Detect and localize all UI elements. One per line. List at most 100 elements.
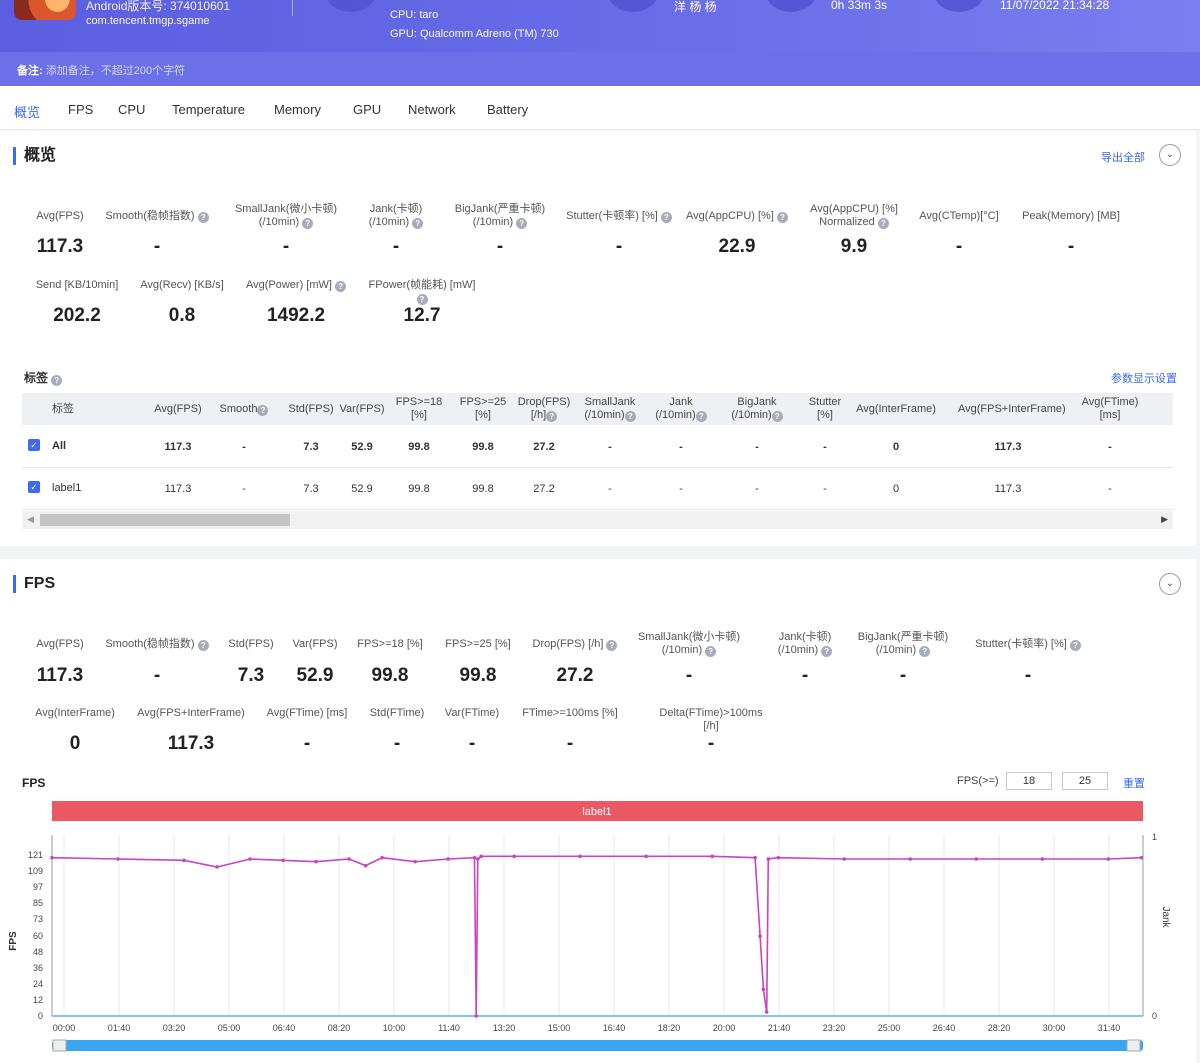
y-tick-label: 12 bbox=[33, 995, 43, 1005]
slider-right-handle[interactable] bbox=[1126, 1039, 1141, 1052]
help-icon[interactable]: ? bbox=[919, 646, 931, 657]
table-cell: - bbox=[823, 441, 827, 453]
device-cpu: CPU: taro bbox=[390, 9, 439, 21]
fps-data-point bbox=[479, 854, 483, 859]
scroll-thumb[interactable] bbox=[40, 514, 290, 526]
fps-data-point bbox=[1040, 857, 1045, 861]
fps-data-point bbox=[764, 1010, 769, 1014]
overview-metric-label: Avg(CTemp)[°C] bbox=[899, 210, 1019, 223]
help-icon[interactable]: ? bbox=[660, 212, 672, 223]
y-tick-label: 109 bbox=[28, 866, 43, 876]
reset-link[interactable]: 重置 bbox=[1123, 775, 1145, 791]
y-tick-label: 48 bbox=[33, 947, 43, 957]
tab-fps[interactable]: FPS bbox=[68, 102, 93, 117]
x-tick-label: 08:20 bbox=[328, 1023, 351, 1033]
label-band-text: label1 bbox=[582, 806, 611, 818]
metric-label-text: Avg(FPS) bbox=[36, 210, 84, 222]
fps-data-point bbox=[347, 857, 351, 861]
y-tick-label: 85 bbox=[33, 898, 43, 908]
metric-label-line1: BigJank(严重卡顿) bbox=[857, 631, 949, 643]
display-settings-link[interactable]: 参数显示设置 bbox=[1111, 370, 1177, 386]
fps-metric-label: FTime>=100ms [%] bbox=[510, 707, 630, 720]
tab-memory[interactable]: Memory bbox=[274, 102, 321, 117]
fps-data-point bbox=[50, 855, 54, 860]
overview-collapse-icon[interactable]: ⌄ bbox=[1159, 144, 1181, 166]
row-checkbox[interactable]: ✓ bbox=[28, 439, 40, 451]
y2-tick-label: 1 bbox=[1152, 832, 1157, 842]
slider-left-handle[interactable] bbox=[52, 1039, 67, 1052]
note-label: 备注: bbox=[17, 65, 43, 77]
scroll-right-icon[interactable]: ▶ bbox=[1161, 514, 1168, 525]
x-tick-label: 01:40 bbox=[108, 1023, 131, 1033]
metric-label-text: Drop(FPS) [/h] bbox=[532, 638, 604, 650]
help-icon[interactable]: ? bbox=[302, 218, 314, 229]
help-icon[interactable]: ? bbox=[821, 646, 833, 657]
metric-label-line2: (/10min) bbox=[368, 216, 413, 228]
help-icon[interactable]: ? bbox=[516, 218, 528, 229]
help-icon[interactable]: ? bbox=[606, 640, 618, 651]
table-horizontal-scrollbar[interactable]: ◀ ▶ bbox=[22, 511, 1173, 529]
overview-metric-value: 202.2 bbox=[53, 305, 101, 326]
time-range-slider[interactable] bbox=[52, 1040, 1143, 1051]
metric-label-text: Avg(FTime) [ms] bbox=[266, 707, 348, 719]
tab-temperature[interactable]: Temperature bbox=[172, 102, 245, 117]
metric-label-text: Avg(FPS+InterFrame) bbox=[137, 707, 245, 719]
y-tick-label: 0 bbox=[38, 1011, 43, 1021]
overview-metric-value: 22.9 bbox=[718, 236, 756, 257]
overview-metric-value: - bbox=[615, 236, 623, 257]
help-icon[interactable]: ? bbox=[877, 218, 889, 229]
overview-metric-label: Peak(Memory) [MB] bbox=[1011, 210, 1131, 223]
overview-metric-value: 9.9 bbox=[840, 236, 868, 257]
scroll-left-icon[interactable]: ◀ bbox=[27, 514, 34, 525]
help-icon[interactable]: ? bbox=[695, 411, 707, 422]
fps-section-title: FPS bbox=[13, 575, 55, 593]
help-icon[interactable]: ? bbox=[1069, 640, 1081, 651]
help-icon[interactable]: ? bbox=[197, 212, 209, 223]
help-icon[interactable]: ? bbox=[705, 646, 717, 657]
fps-metric-label: Avg(InterFrame) bbox=[15, 707, 135, 720]
overview-metric-value: - bbox=[153, 236, 161, 257]
metric-label-text: Var(FTime) bbox=[444, 707, 500, 719]
overview-metric-label: Avg(Recv) [KB/s] bbox=[122, 279, 242, 292]
export-all-link[interactable]: 导出全部 bbox=[1101, 149, 1145, 165]
fps-threshold-input-1[interactable]: 18 bbox=[1006, 772, 1052, 790]
table-column-header: Avg(FTime) [ms] bbox=[1081, 396, 1139, 421]
row-checkbox[interactable]: ✓ bbox=[28, 481, 40, 493]
tab-battery[interactable]: Battery bbox=[487, 102, 528, 117]
help-icon[interactable]: ? bbox=[51, 375, 63, 386]
tab-cpu[interactable]: CPU bbox=[118, 102, 145, 117]
overview-metric-label: SmallJank(微小卡顿) (/10min) ? bbox=[226, 203, 346, 229]
fps-metric-value: - bbox=[899, 665, 907, 686]
tab-overview[interactable]: 概览 bbox=[14, 102, 40, 121]
x-tick-label: 05:00 bbox=[218, 1023, 241, 1033]
test-duration: 0h 33m 3s bbox=[831, 0, 888, 12]
fps-data-point bbox=[363, 863, 368, 868]
fps-data-point bbox=[908, 857, 913, 861]
overview-metric-value: - bbox=[392, 236, 400, 257]
metric-label-text: FPS>=18 [%] bbox=[357, 638, 423, 650]
app-icon bbox=[14, 0, 76, 20]
fps-metric-label: Stutter(卡顿率) [%] ? bbox=[968, 638, 1088, 651]
help-icon[interactable]: ? bbox=[335, 281, 347, 292]
overview-metric-value: 0.8 bbox=[168, 305, 196, 326]
tab-gpu[interactable]: GPU bbox=[353, 102, 381, 117]
help-icon[interactable]: ? bbox=[776, 212, 788, 223]
table-cell: - bbox=[679, 441, 683, 453]
metric-label-text: Avg(CTemp)[°C] bbox=[919, 210, 999, 222]
help-icon[interactable]: ? bbox=[416, 294, 428, 305]
y-tick-label: 60 bbox=[33, 931, 43, 941]
fps-collapse-icon[interactable]: ⌄ bbox=[1159, 573, 1181, 595]
note-bar[interactable]: 备注: 添加备注，不超过200个字符 bbox=[0, 52, 1200, 86]
tab-network[interactable]: Network bbox=[408, 102, 456, 117]
fps-chart[interactable]: label1 0 12 24 36 48 60 73 85 97 109 121 0 1 00:00 01… bbox=[0, 795, 1200, 1063]
header-divider bbox=[292, 0, 293, 16]
x-tick-label: 11:40 bbox=[438, 1023, 460, 1033]
overview-metric-value: - bbox=[955, 236, 963, 257]
fps-threshold-input-2[interactable]: 25 bbox=[1062, 772, 1108, 790]
overview-metric-label: Jank(卡顿) (/10min) ? bbox=[336, 203, 456, 229]
help-icon[interactable]: ? bbox=[412, 218, 424, 229]
help-icon[interactable]: ? bbox=[546, 411, 558, 422]
x-tick-label: 10:00 bbox=[383, 1023, 406, 1033]
app-version: Android版本号: 374010601 bbox=[86, 0, 231, 13]
note-input[interactable]: 添加备注，不超过200个字符 bbox=[46, 65, 185, 77]
